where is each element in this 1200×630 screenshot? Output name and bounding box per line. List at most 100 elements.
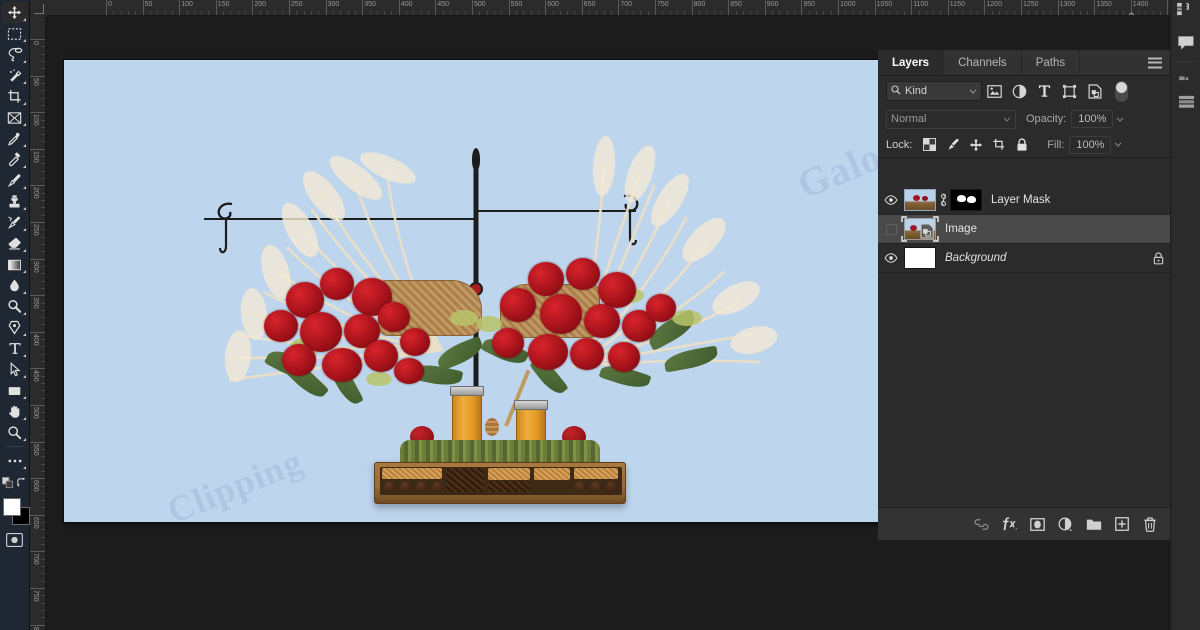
eraser-tool[interactable] (2, 233, 28, 254)
brush-tool[interactable] (2, 170, 28, 191)
blur-tool[interactable] (2, 275, 28, 296)
type-filter-icon[interactable] (1032, 81, 1057, 102)
lock-all-icon[interactable] (1010, 135, 1033, 155)
foliage (663, 345, 719, 372)
layer-name[interactable]: Background (945, 252, 1146, 264)
layer-row-layer-mask[interactable]: Layer Mask (878, 186, 1170, 215)
clone-stamp-tool[interactable] (2, 191, 28, 212)
layer-name[interactable]: Image (945, 223, 1170, 235)
foreground-color-swatch[interactable] (3, 498, 21, 516)
swap-colors-icon[interactable] (15, 473, 28, 493)
new-adjustment-layer-button[interactable] (1053, 512, 1078, 536)
layer-thumbnail[interactable] (904, 218, 936, 240)
dodge-tool[interactable] (2, 296, 28, 317)
document-workspace[interactable]: Galore Clipping (46, 17, 888, 630)
layer-mask-thumbnail[interactable] (950, 189, 982, 211)
add-layer-mask-button[interactable] (1025, 512, 1050, 536)
edit-toolbar-button[interactable] (2, 450, 28, 471)
tab-paths[interactable]: Paths (1022, 50, 1080, 75)
ruler-label: 1000 (840, 1, 856, 8)
crop-tool[interactable] (2, 86, 28, 107)
move-tool[interactable] (2, 2, 28, 23)
layer-visibility-toggle[interactable] (878, 195, 904, 205)
opacity-stepper[interactable] (1113, 110, 1127, 128)
layer-thumbnail[interactable] (904, 247, 936, 269)
lock-image-pixels-icon[interactable] (941, 135, 964, 155)
quick-mask-icon[interactable] (2, 530, 28, 550)
hand-tool[interactable] (2, 401, 28, 422)
layer-row-background[interactable]: Background (878, 244, 1170, 273)
lock-position-icon[interactable] (964, 135, 987, 155)
tab-channels[interactable]: Channels (944, 50, 1022, 75)
filter-toggle[interactable] (1115, 81, 1128, 102)
ruler-minor-tick (274, 11, 275, 15)
opacity-input[interactable]: 100% (1071, 110, 1113, 128)
rectangle-tool[interactable] (2, 380, 28, 401)
ruler-minor-tick (428, 11, 429, 15)
frame-tool[interactable] (2, 107, 28, 128)
panel-menu-icon[interactable] (1148, 57, 1162, 68)
ruler-minor-tick (1116, 11, 1117, 15)
lock-artboard-nesting-icon[interactable] (987, 135, 1010, 155)
layer-visibility-toggle[interactable] (878, 224, 904, 235)
layer-row-image[interactable]: Image (878, 215, 1170, 244)
comments-panel-icon[interactable] (1171, 28, 1200, 58)
path-selection-tool[interactable] (2, 359, 28, 380)
layer-style-button[interactable] (997, 512, 1022, 536)
shape-filter-icon[interactable] (1057, 81, 1082, 102)
ruler-label: 500 (474, 1, 486, 8)
marquee-tool[interactable] (2, 23, 28, 44)
tab-layers[interactable]: Layers (878, 50, 944, 75)
fill-stepper[interactable] (1111, 136, 1125, 154)
layer-visibility-toggle[interactable] (878, 253, 904, 263)
link-layers-button[interactable] (969, 512, 994, 536)
history-brush-tool[interactable] (2, 212, 28, 233)
histogram-panel-icon[interactable] (1171, 65, 1200, 87)
new-group-button[interactable] (1081, 512, 1106, 536)
ruler-label: 850 (730, 1, 742, 8)
ruler-minor-tick (41, 229, 45, 230)
lasso-tool[interactable] (2, 44, 28, 65)
ruler-tick (30, 39, 46, 40)
properties-panel-icon[interactable] (1172, 1, 1198, 17)
ruler-origin-corner[interactable] (30, 0, 47, 17)
type-tool[interactable] (2, 338, 28, 359)
healing-brush-tool[interactable] (2, 149, 28, 170)
new-layer-button[interactable] (1109, 512, 1134, 536)
ruler-minor-tick (487, 11, 488, 15)
lock-transparent-pixels-icon[interactable] (918, 135, 941, 155)
pixel-filter-icon[interactable] (982, 81, 1007, 102)
blend-mode-select[interactable]: Normal (886, 110, 1016, 129)
ruler-label: 600 (547, 1, 559, 8)
zoom-tool[interactable] (2, 422, 28, 443)
image-canvas[interactable]: Galore Clipping (64, 60, 888, 522)
ruler-minor-tick (41, 581, 45, 582)
ruler-label: 200 (32, 187, 39, 199)
ruler-minor-tick (230, 11, 231, 15)
default-colors-icon[interactable] (1, 473, 14, 493)
layer-thumbnail[interactable] (904, 189, 936, 211)
eyedropper-tool[interactable] (2, 128, 28, 149)
ruler-minor-tick (1006, 11, 1007, 15)
layers-dock-icon[interactable] (1171, 87, 1200, 117)
filter-kind-select[interactable]: Kind (886, 81, 982, 101)
pen-tool[interactable] (2, 317, 28, 338)
mask-link-icon[interactable] (936, 193, 950, 207)
color-swatches[interactable] (1, 497, 29, 527)
layers-list[interactable]: Layer Mask (878, 186, 1170, 506)
gradient-tool[interactable] (2, 254, 28, 275)
fill-input[interactable]: 100% (1069, 136, 1111, 154)
layer-name[interactable]: Layer Mask (991, 194, 1170, 206)
layer-thumbnails (904, 189, 982, 211)
ruler-tick (1167, 0, 1168, 16)
ruler-minor-tick (714, 11, 715, 15)
delete-layer-button[interactable] (1137, 512, 1162, 536)
filler-flowers (366, 372, 392, 386)
ruler-tick (30, 332, 46, 333)
quick-selection-tool[interactable] (2, 65, 28, 86)
ruler-tick (30, 588, 46, 589)
adjustment-filter-icon[interactable] (1007, 81, 1032, 102)
smart-object-filter-icon[interactable] (1082, 81, 1107, 102)
ruler-collapse-icon[interactable] (1127, 4, 1136, 16)
ruler-minor-tick (165, 11, 166, 15)
